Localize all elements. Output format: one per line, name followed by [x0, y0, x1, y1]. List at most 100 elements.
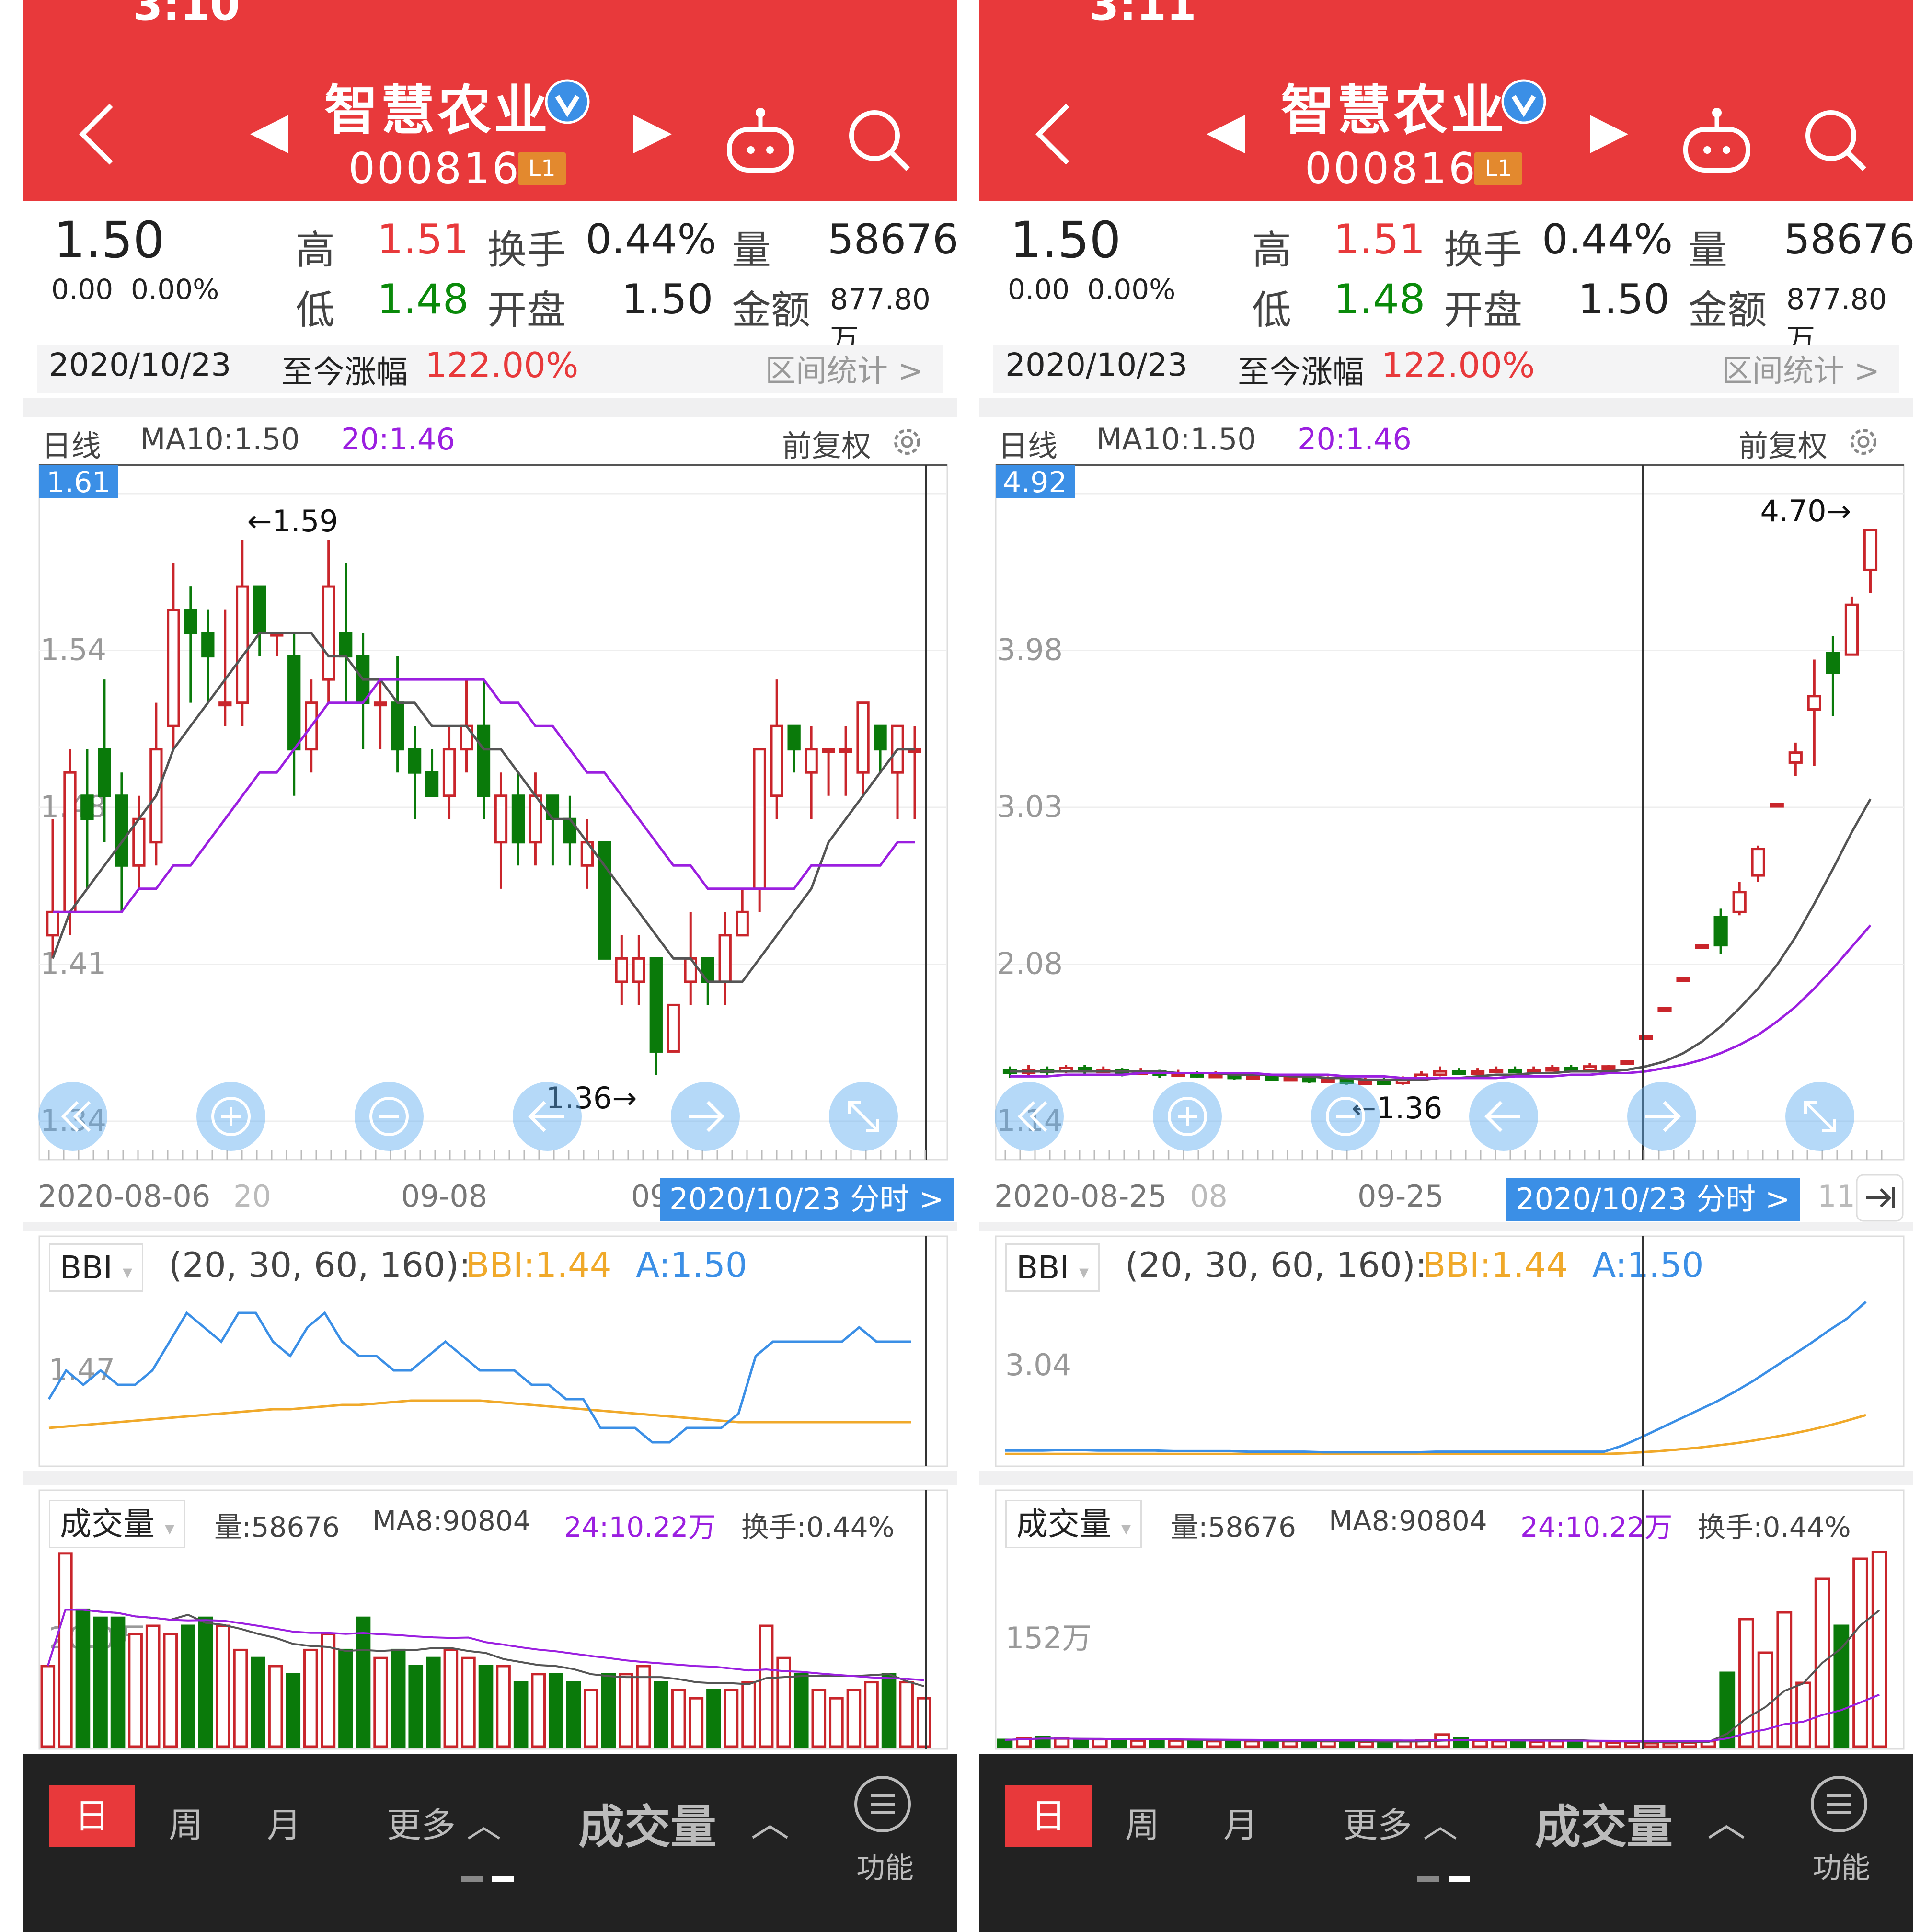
expand-icon[interactable] [1785, 1082, 1854, 1151]
adjust-toggle[interactable]: 前复权 [1738, 422, 1828, 465]
menu-icon[interactable] [851, 1773, 914, 1835]
intraday-pill[interactable]: 2020/10/23 分时 > [660, 1178, 954, 1221]
volume-value: 58676 [828, 216, 957, 264]
separator [979, 398, 1913, 417]
robot-icon[interactable] [1679, 103, 1755, 175]
zoom-in-icon[interactable] [196, 1082, 265, 1151]
candle-body [46, 910, 59, 937]
plot-frame [995, 464, 1905, 1161]
volume-bar [233, 1648, 248, 1748]
kline-chart[interactable]: 1.541.481.411.341.61←1.591.36→ [23, 460, 957, 1164]
bbi-chart[interactable]: 1.47 [23, 1231, 957, 1471]
volume-bar [110, 1616, 126, 1748]
volume-bar [1852, 1557, 1868, 1748]
high-label: 高 [1252, 228, 1292, 273]
collapse-icon[interactable] [995, 1082, 1064, 1151]
period-week-button[interactable]: 周 [169, 1797, 203, 1847]
y-tick-label: 2.08 [997, 946, 1063, 981]
more-periods-button[interactable]: 更多 ︿ [387, 1797, 501, 1847]
chevron-up-icon[interactable]: ︿ [1707, 1792, 1746, 1848]
back-icon[interactable] [1027, 96, 1080, 172]
scroll-right-icon[interactable] [1627, 1082, 1696, 1151]
period-month-button[interactable]: 月 [267, 1797, 301, 1847]
candle-body [408, 748, 422, 774]
candle-body [1302, 1077, 1316, 1083]
scroll-left-icon[interactable] [513, 1082, 582, 1151]
candle-body [667, 1003, 680, 1053]
volume-bar [268, 1665, 283, 1748]
a-line [1005, 1301, 1867, 1454]
candle-body [770, 724, 783, 797]
period-day-button[interactable]: 日 [49, 1785, 135, 1847]
volume-bar [846, 1689, 862, 1748]
adjust-toggle[interactable]: 前复权 [782, 422, 871, 465]
expand-icon[interactable] [829, 1082, 898, 1151]
robot-icon[interactable] [722, 103, 799, 175]
volume-bar [128, 1633, 143, 1748]
jump-to-latest-icon[interactable] [1856, 1174, 1904, 1222]
amount-label: 金额 [732, 288, 811, 333]
range-stats-link[interactable]: 区间统计 > [1722, 346, 1880, 391]
candle-body [805, 748, 818, 774]
menu-icon[interactable] [1808, 1773, 1870, 1835]
period-day-button[interactable]: 日 [1005, 1785, 1092, 1847]
volume-bar [373, 1656, 388, 1748]
candle-body [822, 748, 835, 753]
next-stock-icon[interactable] [631, 113, 674, 156]
settings-gear-icon[interactable] [1846, 425, 1881, 459]
search-icon[interactable] [842, 103, 914, 175]
range-date: 2020/10/23 [1005, 346, 1188, 383]
prev-stock-icon[interactable] [1204, 113, 1247, 156]
volume-bar [1149, 1738, 1165, 1748]
volume-bar [671, 1689, 686, 1748]
candle-body [167, 609, 180, 727]
volume-bar [899, 1681, 914, 1748]
scroll-right-icon[interactable] [671, 1082, 740, 1151]
status-time: 3:11 [1089, 0, 1196, 30]
page-indicator [1417, 1876, 1470, 1882]
candle-body [1676, 977, 1690, 982]
bbi-chart[interactable]: 3.04 [979, 1231, 1913, 1471]
more-periods-button[interactable]: 更多 ︿ [1343, 1797, 1458, 1847]
zoom-out-icon[interactable] [355, 1082, 424, 1151]
stock-code: 000816 [348, 144, 521, 193]
candle-body [1321, 1078, 1335, 1083]
candle-body [201, 632, 215, 658]
header-bar: 3:11 智慧农业 000816 L1 [979, 0, 1913, 201]
range-stats-link[interactable]: 区间统计 > [765, 346, 923, 391]
volume-bar [601, 1673, 616, 1748]
indicator-selector[interactable]: 成交量 [1535, 1790, 1673, 1856]
volume-bar [864, 1681, 879, 1748]
zoom-in-icon[interactable] [1153, 1082, 1222, 1151]
intraday-pill[interactable]: 2020/10/23 分时 > [1506, 1178, 1800, 1221]
search-icon[interactable] [1798, 103, 1870, 175]
back-icon[interactable] [70, 96, 123, 172]
quote-panel: 1.50 0.00 0.00% 高 1.51 换手 0.44% 量 58676 … [23, 201, 957, 402]
function-label[interactable]: 功能 [856, 1845, 914, 1886]
volume-bar [1643, 1742, 1659, 1748]
kline-chart[interactable]: 3.983.032.081.144.924.70→←1.36 [979, 460, 1913, 1164]
prev-stock-icon[interactable] [248, 113, 291, 156]
chevron-up-icon: ︿ [1412, 1805, 1458, 1845]
volume-bar [496, 1665, 511, 1748]
volume-value: 58676 [1784, 216, 1913, 264]
zoom-out-icon[interactable] [1311, 1082, 1380, 1151]
period-month-button[interactable]: 月 [1223, 1797, 1258, 1847]
indicator-selector[interactable]: 成交量 [578, 1790, 716, 1856]
volume-bar [1605, 1741, 1622, 1748]
current-price: 1.50 [1010, 211, 1121, 269]
volume-chart[interactable]: 20.0万 [23, 1485, 957, 1754]
collapse-icon[interactable] [38, 1082, 107, 1151]
chevron-up-icon[interactable]: ︿ [751, 1792, 789, 1848]
low-label: 低 [296, 288, 335, 333]
period-label: 日线 [42, 428, 102, 463]
period-week-button[interactable]: 周 [1125, 1797, 1160, 1847]
scroll-left-icon[interactable] [1469, 1082, 1538, 1151]
settings-gear-icon[interactable] [890, 425, 924, 459]
volume-chart[interactable]: 152万 [979, 1485, 1913, 1754]
next-stock-icon[interactable] [1587, 113, 1631, 156]
volume-bar [1548, 1740, 1564, 1748]
candle-body [1770, 803, 1784, 808]
volume-bar [724, 1689, 739, 1748]
function-label[interactable]: 功能 [1813, 1845, 1870, 1886]
